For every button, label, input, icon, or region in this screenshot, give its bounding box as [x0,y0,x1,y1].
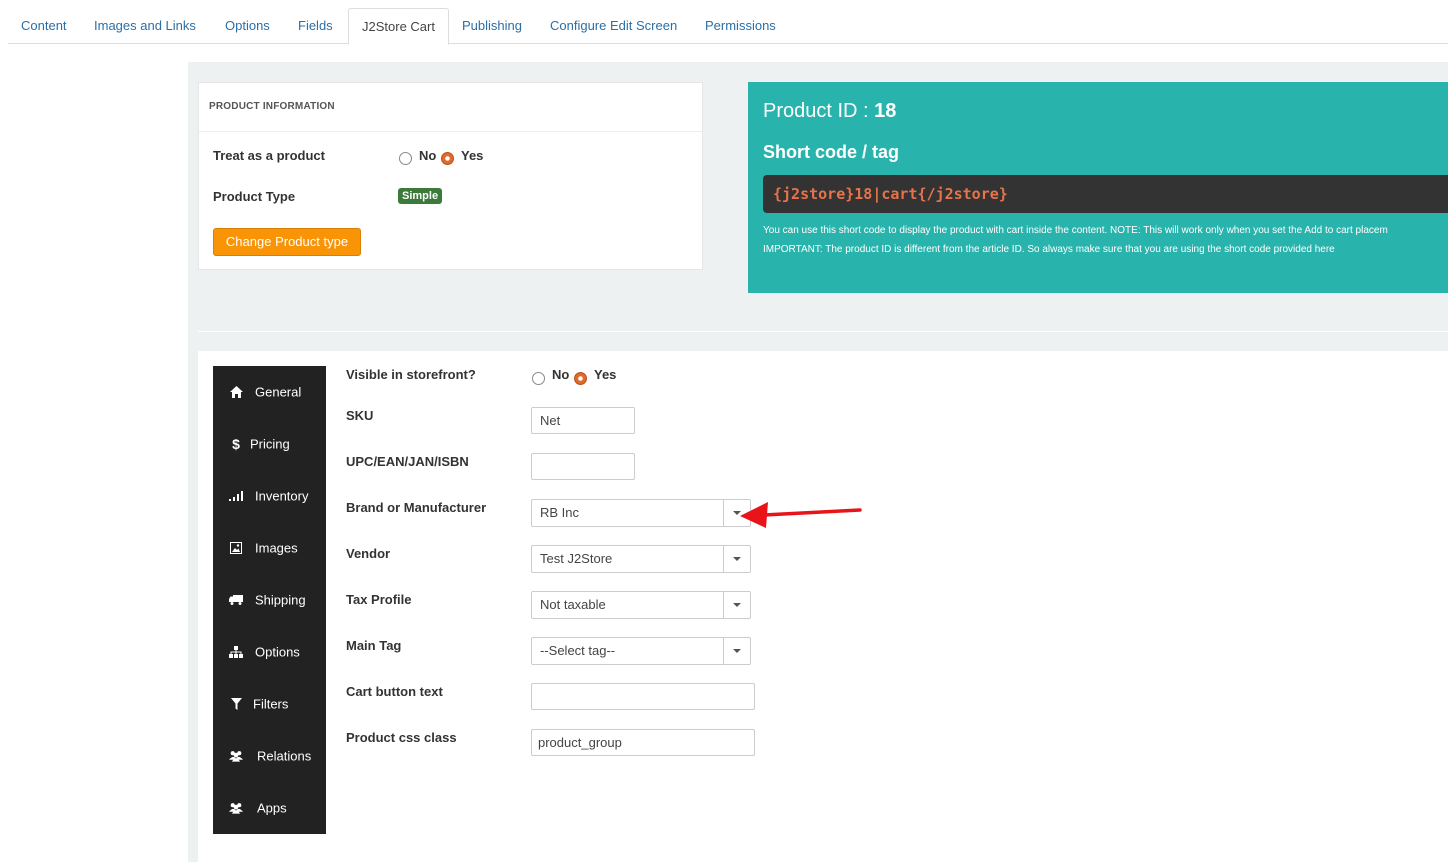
sidebar-item-label: Inventory [255,488,309,504]
dollar-icon: $ [232,436,240,452]
tab-permissions[interactable]: Permissions [692,8,789,44]
visible-storefront-label: Visible in storefront? [346,367,476,382]
sidebar-item-pricing[interactable]: $ Pricing [213,418,326,470]
sidebar-item-label: Options [255,644,300,660]
panel-heading-text: PRODUCT INFORMATION [209,101,335,112]
vendor-select[interactable]: Test J2Store [531,545,751,573]
upc-input[interactable] [531,453,635,480]
product-id-value: 18 [874,100,897,122]
tax-profile-select-value: Not taxable [540,597,606,612]
visible-no-label: No [552,367,570,382]
product-type-label: Product Type [213,189,296,204]
tab-content[interactable]: Content [8,8,80,44]
truck-icon [229,593,243,607]
treat-no-label: No [419,148,437,163]
upc-label: UPC/EAN/JAN/ISBN [346,454,469,469]
sidebar-item-inventory[interactable]: Inventory [213,470,326,522]
chevron-down-icon[interactable] [723,592,750,618]
tab-publishing[interactable]: Publishing [449,8,535,44]
picture-icon [229,541,243,555]
sidebar-item-relations[interactable]: Relations [213,730,326,782]
main-tag-select[interactable]: --Select tag-- [531,637,751,665]
shortcode-note: You can use this short code to display t… [763,225,1388,236]
shortcode-title: Short code / tag [763,142,900,162]
treat-yes-label: Yes [461,148,484,163]
tab-images-and-links[interactable]: Images and Links [81,8,209,44]
treat-yes-radio[interactable] [441,152,454,165]
home-icon [229,385,243,399]
product-id-label: Product ID : [763,100,875,122]
cart-button-text-label: Cart button text [346,684,443,699]
sidebar-item-shipping[interactable]: Shipping [213,574,326,626]
sidebar-item-label: Images [255,540,298,556]
visible-yes-label: Yes [594,367,617,382]
tab-bar: Content Images and Links Options Fields … [0,0,1448,45]
tab-fields[interactable]: Fields [285,8,346,44]
sidebar-item-label: Relations [257,748,312,764]
sidebar-item-label: Shipping [255,592,306,608]
panel-heading: PRODUCT INFORMATION [199,83,702,132]
users-icon [229,749,243,763]
brand-label: Brand or Manufacturer [346,500,487,515]
tax-profile-select[interactable]: Not taxable [531,591,751,619]
sidebar-item-filters[interactable]: Filters [213,678,326,730]
tab-configure-edit-screen[interactable]: Configure Edit Screen [537,8,690,44]
vendor-label: Vendor [346,546,391,561]
sidebar-item-label: Pricing [250,436,290,452]
signal-icon [229,489,243,503]
product-css-class-label: Product css class [346,730,457,745]
main-tag-select-value: --Select tag-- [540,643,616,658]
tab-j2store-cart[interactable]: J2Store Cart [348,8,449,45]
vendor-select-value: Test J2Store [540,551,613,566]
visible-yes-radio[interactable] [574,372,587,385]
sidebar-item-general[interactable]: General [213,366,326,418]
shortcode-important-note: IMPORTANT: The product ID is different f… [763,244,1335,255]
sidebar-item-label: Apps [257,800,287,816]
filter-icon [229,697,243,711]
sidebar-item-label: General [255,384,302,400]
treat-no-radio[interactable] [399,152,412,165]
sku-label: SKU [346,408,374,423]
product-css-class-input[interactable] [531,729,755,756]
annotation-arrow-icon [740,502,862,528]
product-type-badge: Simple [398,188,443,204]
cart-button-text-input[interactable] [531,683,755,710]
tab-options[interactable]: Options [212,8,283,44]
tax-profile-label: Tax Profile [346,592,412,607]
treat-as-product-label: Treat as a product [213,148,325,163]
shortcode-box[interactable]: {j2store}18|cart{/j2store} [763,175,1448,213]
sitemap-icon [229,645,243,659]
main-tag-label: Main Tag [346,638,402,653]
brand-select[interactable]: RB Inc [531,499,751,527]
users-icon [229,801,243,815]
change-product-type-button[interactable]: Change Product type [213,228,361,256]
sidebar-item-options[interactable]: Options [213,626,326,678]
sidebar-item-label: Filters [253,696,289,712]
chevron-down-icon[interactable] [723,546,750,572]
sku-input[interactable] [531,407,635,434]
section-divider [198,331,1448,332]
sidebar-item-apps[interactable]: Apps [213,782,326,834]
visible-no-radio[interactable] [532,372,545,385]
product-id: Product ID : 18 [763,100,896,123]
chevron-down-icon[interactable] [723,638,750,664]
product-sidebar-nav: General $ Pricing Inventory Images Shipp… [213,366,326,834]
shortcode-panel: Product ID : 18 Short code / tag {j2stor… [748,82,1448,293]
sidebar-item-images[interactable]: Images [213,522,326,574]
brand-select-value: RB Inc [540,505,580,520]
